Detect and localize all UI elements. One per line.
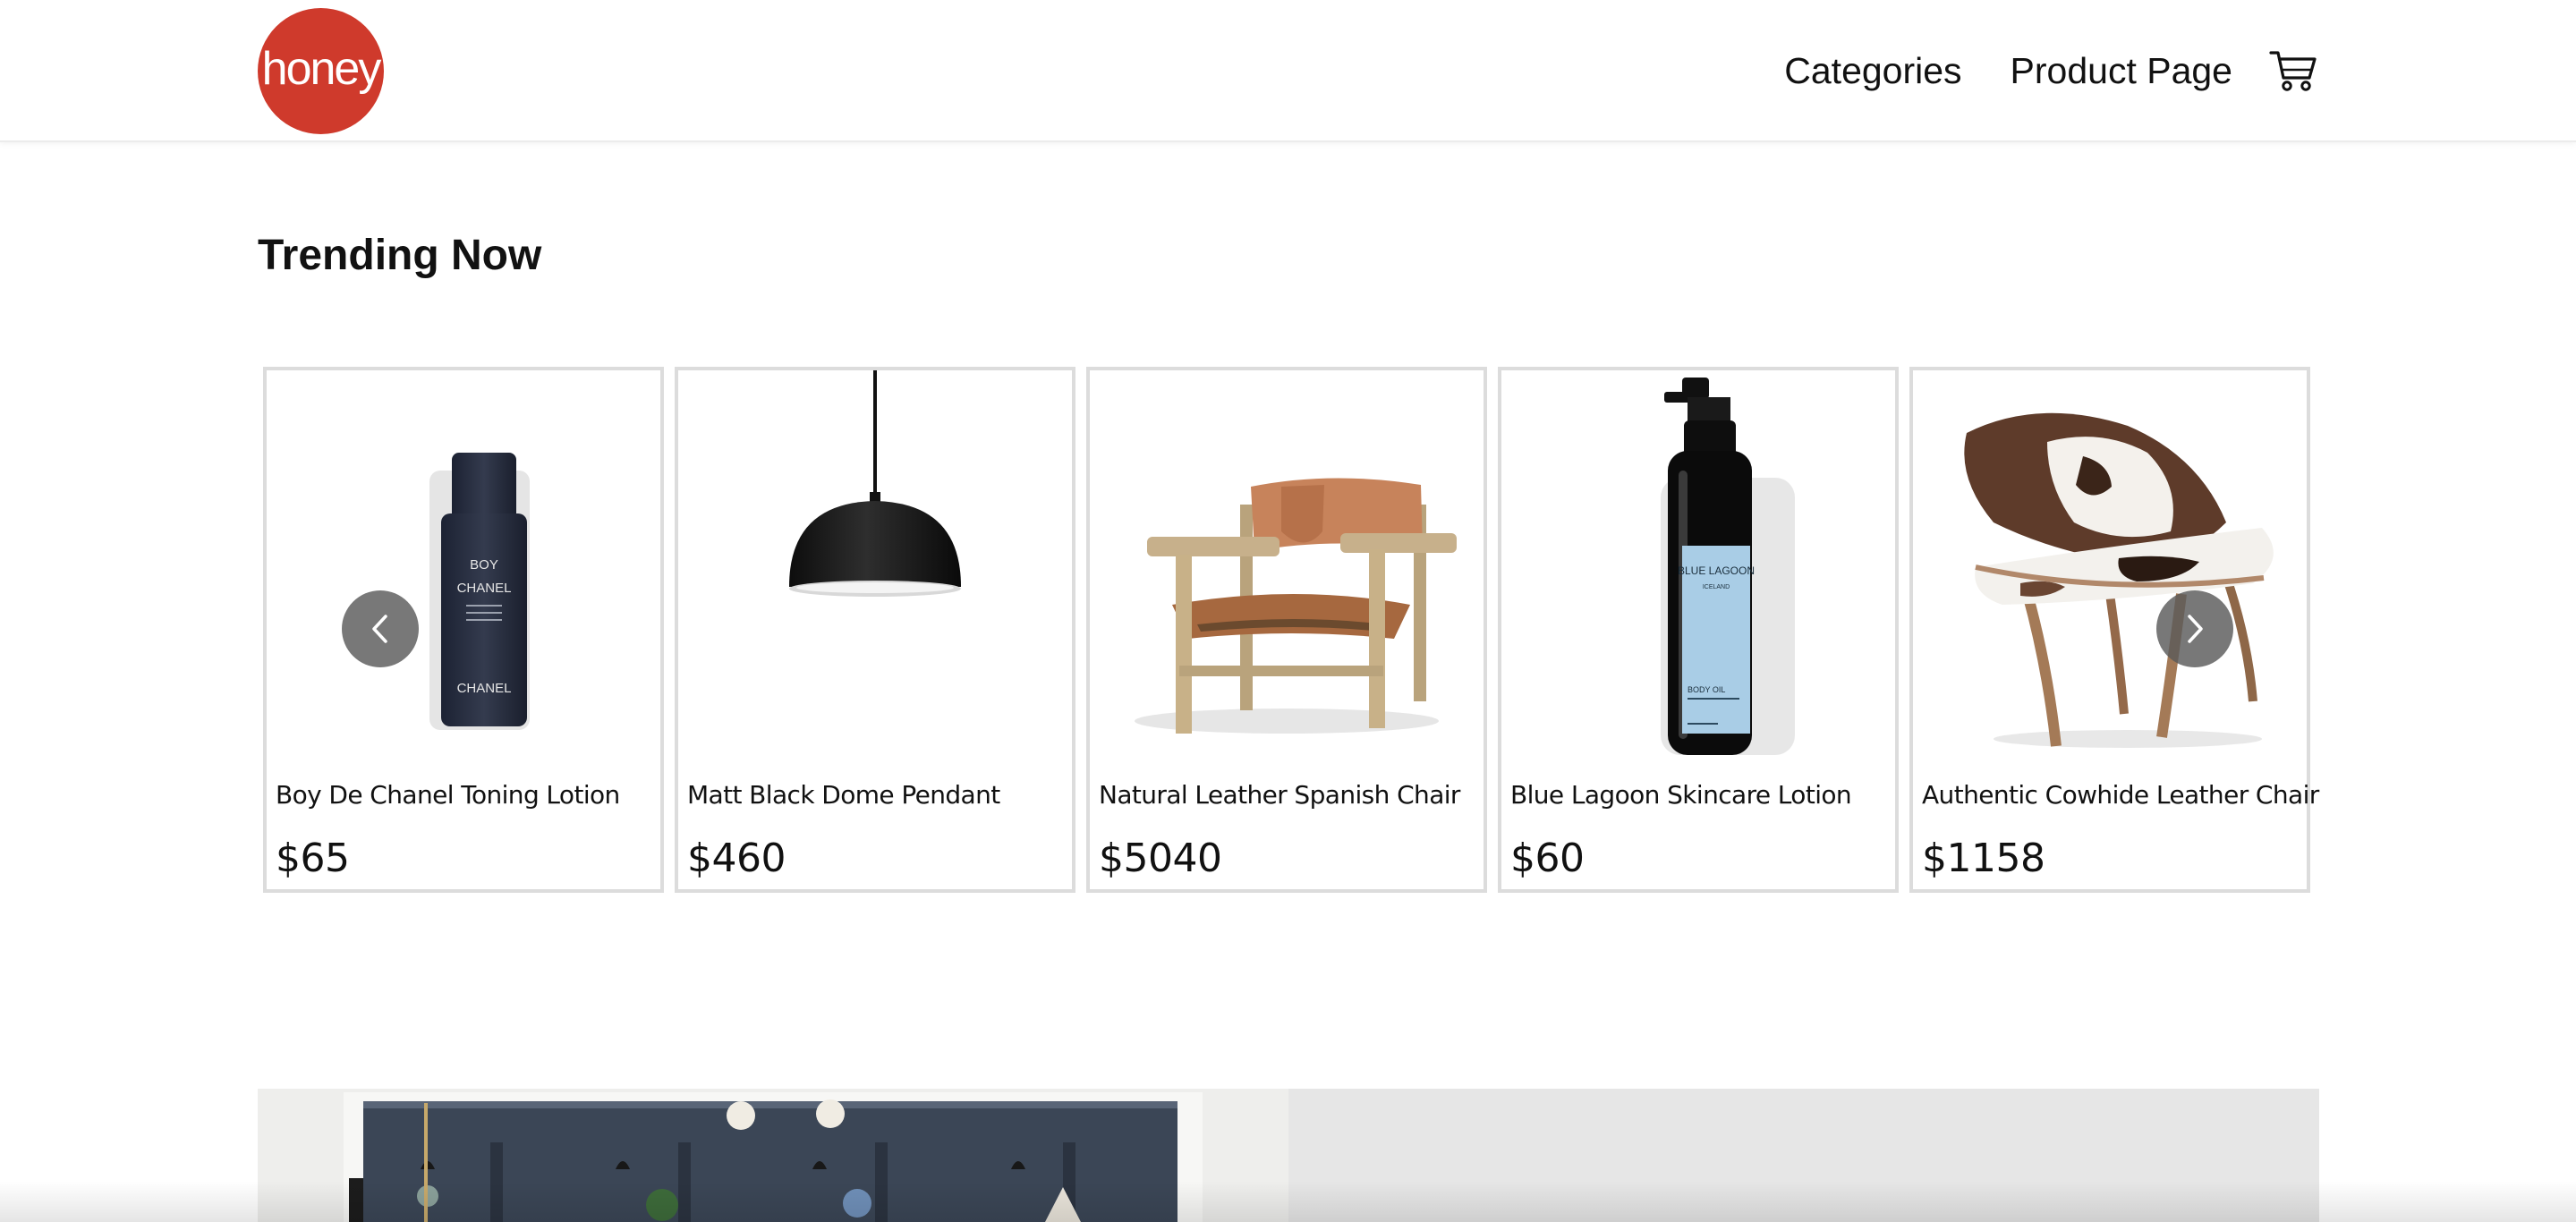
product-price: $5040 <box>1099 836 1222 881</box>
product-image: BOY CHANEL CHANEL <box>267 370 660 764</box>
product-image <box>1913 370 2307 764</box>
product-card[interactable]: Natural Leather Spanish Chair $5040 <box>1086 367 1487 893</box>
trending-carousel: BOY CHANEL CHANEL Boy De Chanel Toning L… <box>263 367 2319 895</box>
site-header: honey Categories Product Page <box>0 0 2576 142</box>
nav-link-product-page[interactable]: Product Page <box>2011 50 2232 92</box>
product-card[interactable]: Matt Black Dome Pendant $460 <box>675 367 1075 893</box>
product-name: Natural Leather Spanish Chair <box>1099 780 1460 810</box>
product-price: $1158 <box>1922 836 2045 881</box>
product-price: $460 <box>687 836 786 881</box>
honey-logo[interactable]: honey <box>258 8 384 134</box>
bottle-label-iceland: ICELAND <box>1703 584 1730 590</box>
trending-heading: Trending Now <box>258 232 542 279</box>
product-card[interactable]: Authentic Cowhide Leather Chair $1158 <box>1909 367 2319 893</box>
bottle-label-body-oil: BODY OIL <box>1688 685 1725 694</box>
bottle-label-boy: BOY <box>470 557 498 573</box>
chevron-left-icon <box>372 615 387 643</box>
carousel-prev-button[interactable] <box>342 590 419 667</box>
product-card[interactable]: BLUE LAGOON ICELAND BODY OIL Blue Lagoon… <box>1498 367 1899 893</box>
feature-banner <box>258 1089 2319 1222</box>
product-name: Matt Black Dome Pendant <box>687 780 1000 810</box>
product-name: Blue Lagoon Skincare Lotion <box>1510 780 1852 810</box>
bottle-label-chanel: CHANEL <box>457 581 512 596</box>
product-image: BLUE LAGOON ICELAND BODY OIL <box>1501 370 1895 764</box>
shopping-cart-icon[interactable] <box>2268 46 2318 96</box>
carousel-next-button[interactable] <box>2156 590 2233 667</box>
product-price: $65 <box>276 836 350 881</box>
product-name: Authentic Cowhide Leather Chair <box>1922 780 2319 810</box>
main-nav: Categories Product Page <box>1736 44 2318 98</box>
banner-image <box>258 1089 1288 1222</box>
product-card[interactable]: BOY CHANEL CHANEL Boy De Chanel Toning L… <box>263 367 664 893</box>
chevron-right-icon <box>2188 615 2203 643</box>
product-price: $60 <box>1510 836 1585 881</box>
product-name: Boy De Chanel Toning Lotion <box>276 780 620 810</box>
product-image <box>678 370 1072 764</box>
bottle-label-blue-lagoon: BLUE LAGOON <box>1678 564 1755 577</box>
nav-link-categories[interactable]: Categories <box>1784 50 1961 92</box>
product-image <box>1090 370 1484 764</box>
bottle-label-chanel-bottom: CHANEL <box>457 681 512 696</box>
